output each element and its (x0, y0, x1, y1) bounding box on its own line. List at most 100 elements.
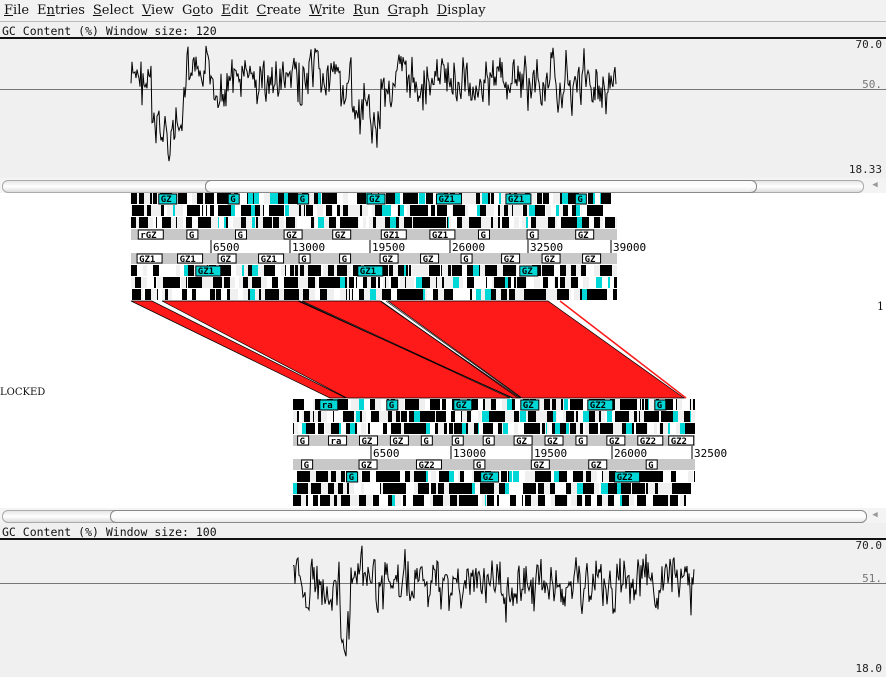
top-rev-cds-label-text: GZ (522, 267, 533, 277)
menu-goto[interactable]: Goto (178, 3, 217, 18)
feature-label: GZ2 (418, 461, 434, 471)
feature-label: GZ1 (432, 231, 448, 241)
bottom-horizontal-scrollbar[interactable]: ◀ (0, 508, 886, 523)
bottom-cds-label-text: G (389, 401, 394, 411)
top-cds-label-text: G (230, 195, 235, 205)
feature-label: GZ (585, 255, 596, 265)
feature-label: GZ (547, 437, 558, 447)
feature-label: rGZ (140, 231, 157, 241)
feature-label: GZ (286, 231, 297, 241)
bottom-rev-cds-label-text: GZ2 (617, 473, 633, 483)
feature-label: GZ (335, 231, 346, 241)
comparison-canvas: GZ G G GZ GZ1 GZ1 GrGZ G G GZ GZ GZ1 GZ1 G G GZ GZ1 GZ1 GZ… (130, 193, 727, 506)
feature-label: GZ1 (261, 255, 277, 265)
top-ruler-label: 13000 (292, 241, 325, 254)
top-rev-cds-label-text: GZ1 (360, 267, 376, 277)
top-cds-label-text: GZ (369, 195, 380, 205)
comparison-view: GZ G G GZ GZ1 GZ1 GrGZ G G GZ GZ GZ1 GZ1 G G GZ GZ1 GZ1 GZ… (0, 193, 886, 508)
top-cds-label-text: GZ (161, 195, 172, 205)
top-gc-line (130, 45, 617, 162)
feature-label: G (304, 461, 309, 471)
menu-create[interactable]: Create (253, 3, 306, 18)
bottom-cds-label-text: ra (322, 401, 333, 411)
feature-label: GZ1 (139, 255, 155, 265)
bottom-reverse-feature-strip (293, 459, 695, 470)
feature-label: G (237, 231, 242, 241)
top-cds-label-text: G (300, 195, 305, 205)
feature-label: G (578, 437, 583, 447)
top-ruler-label: 39000 (613, 241, 646, 254)
menu-edit[interactable]: Edit (217, 3, 252, 18)
bottom-reverse-row-2 (293, 483, 695, 494)
menu-select[interactable]: Select (89, 3, 138, 18)
bottom-ruler-label: 13000 (453, 447, 486, 460)
bottom-gc-line (292, 545, 695, 657)
bottom-cds-label-text: GZ (456, 401, 467, 411)
feature-label: GZ (361, 437, 372, 447)
menu-write[interactable]: Write (305, 3, 349, 18)
top-ruler-label: 32500 (530, 241, 563, 254)
top-forward-feature-strip (131, 229, 617, 240)
top-frame-row-3 (131, 217, 617, 228)
top-frame-row-2 (131, 205, 617, 216)
feature-label: GZ2 (640, 437, 656, 447)
menu-display[interactable]: Display (433, 3, 490, 18)
bottom-scroll-thumb[interactable] (110, 510, 867, 523)
feature-label: G (648, 461, 653, 471)
top-horizontal-scrollbar[interactable]: ◀ (0, 178, 886, 193)
feature-label: G (189, 231, 194, 241)
feature-label: GZ1 (180, 255, 196, 265)
feature-label: GZ (516, 437, 527, 447)
top-scroll-thumb-body[interactable] (205, 180, 757, 193)
feature-label: GZ (591, 461, 602, 471)
top-cds-label-text: GZ1 (508, 195, 524, 205)
feature-label: G (300, 437, 305, 447)
top-ruler-label: 19500 (372, 241, 405, 254)
feature-label: GZ2 (671, 437, 687, 447)
top-ruler-label: 6500 (213, 241, 240, 254)
bottom-reverse-row-3 (293, 495, 695, 506)
feature-label: G (454, 437, 459, 447)
top-cds-label-text: G (577, 195, 582, 205)
feature-label: G (342, 255, 347, 265)
feature-label: ra (331, 437, 342, 447)
menu-view[interactable]: View (138, 3, 178, 18)
feature-label: GZ1 (383, 231, 399, 241)
side-label: 1 (877, 300, 884, 313)
feature-label: GZ (382, 255, 393, 265)
top-reverse-row-2 (131, 277, 617, 288)
scroll-left-arrow-icon[interactable]: ◀ (868, 178, 882, 193)
feature-label: GZ (544, 255, 555, 265)
feature-label: GZ (423, 255, 434, 265)
bottom-gc-content-graph: GC Content (%) Window size: 100 70.0 51.… (0, 523, 886, 677)
bottom-ruler-label: 32500 (694, 447, 727, 460)
bottom-frame-row-2 (293, 411, 695, 422)
menu-graph[interactable]: Graph (384, 3, 433, 18)
bottom-ruler-label: 19500 (534, 447, 567, 460)
feature-label: GZ (504, 255, 515, 265)
feature-label: GZ (220, 255, 231, 265)
bottom-cds-label-text: G (657, 401, 662, 411)
feature-label: G (480, 231, 485, 241)
feature-label: G (301, 255, 306, 265)
scroll-left-arrow-icon[interactable]: ◀ (868, 508, 882, 523)
top-gc-content-graph: GC Content (%) Window size: 120 70.0 50.… (0, 22, 886, 178)
feature-label: G (476, 461, 481, 471)
locked-label: LOCKED (0, 387, 46, 398)
bottom-cds-label-text: GZ (523, 401, 534, 411)
feature-label: G (423, 437, 428, 447)
feature-label: G (485, 437, 490, 447)
top-ruler-label: 26000 (452, 241, 485, 254)
bottom-frame-row-3 (293, 423, 695, 434)
top-reverse-row-3 (131, 289, 617, 300)
feature-label: GZ (361, 461, 372, 471)
bottom-ruler-label: 26000 (614, 447, 647, 460)
menu-bar: File Entries Select View Goto Edit Create Write… (0, 0, 886, 22)
bottom-frame-row-1 (293, 399, 695, 410)
menu-entries[interactable]: Entries (33, 3, 89, 18)
feature-label: GZ (392, 437, 403, 447)
menu-file[interactable]: File (0, 3, 33, 18)
menu-run[interactable]: Run (349, 3, 384, 18)
feature-label: GZ (578, 231, 589, 241)
feature-label: G (463, 255, 468, 265)
